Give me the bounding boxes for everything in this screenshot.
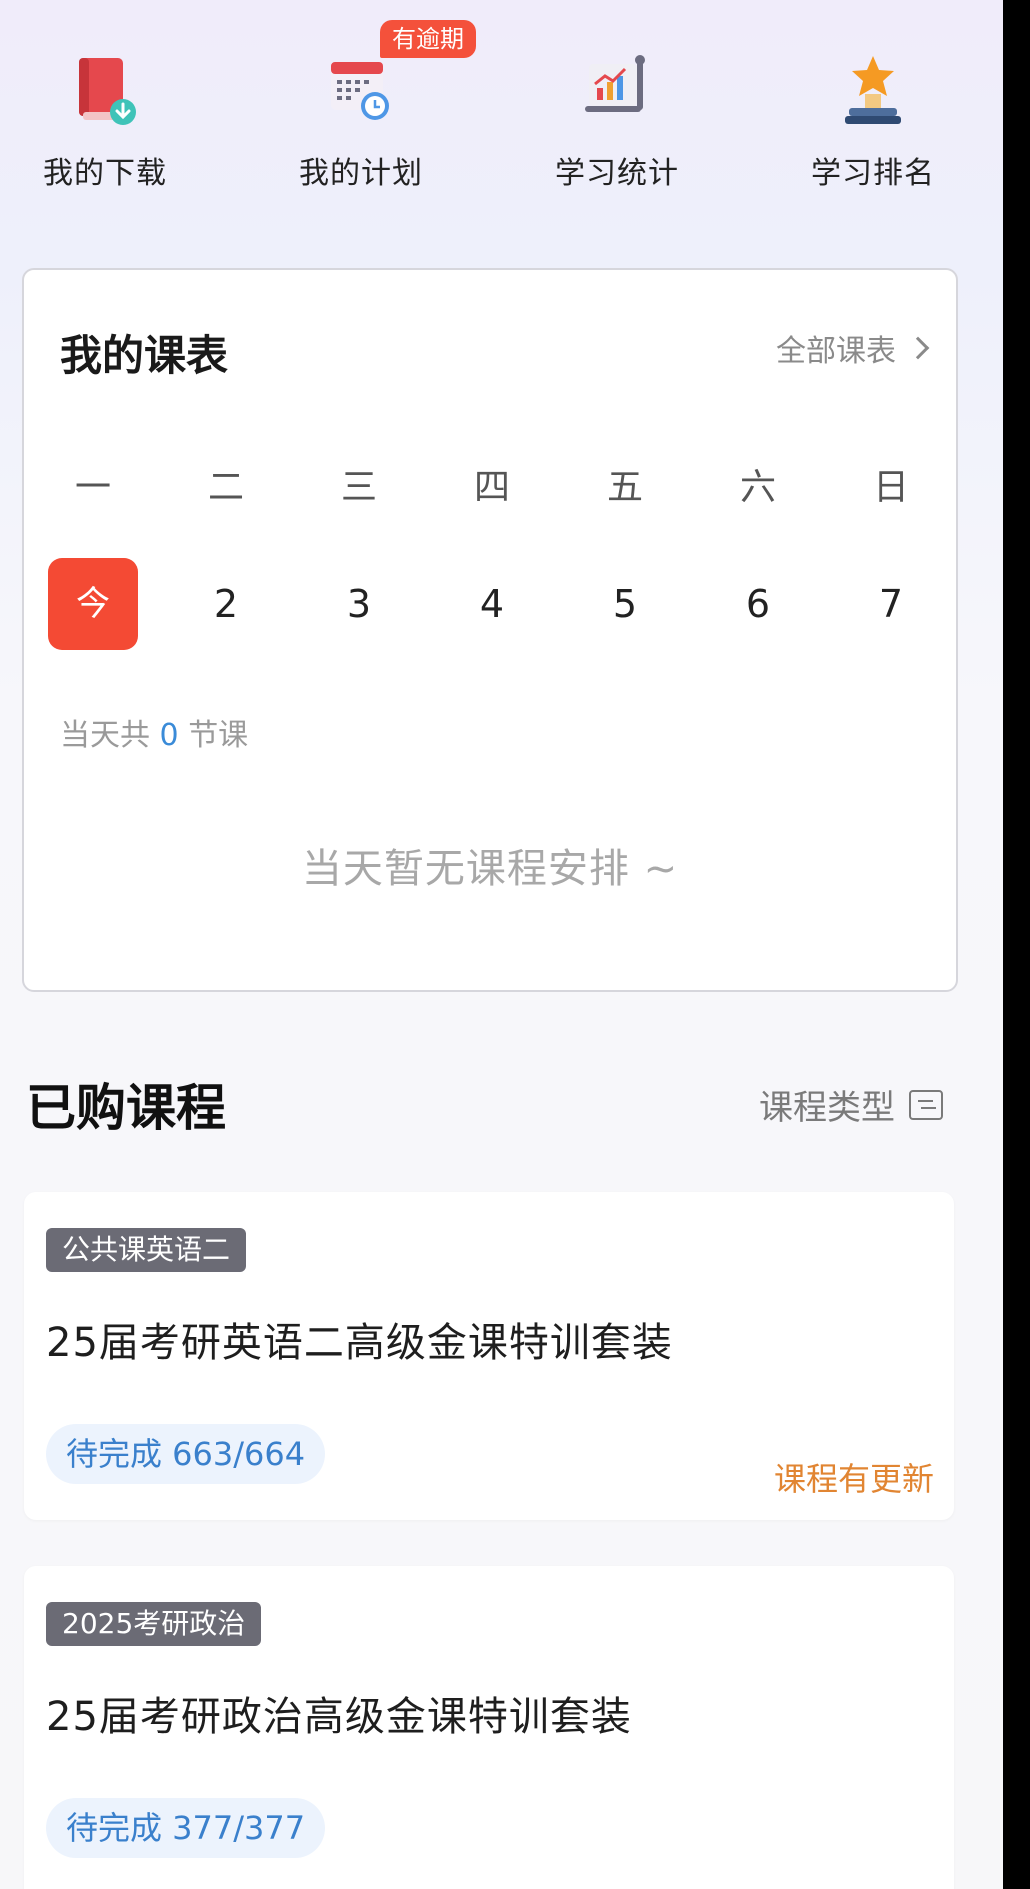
empty-schedule-message: 当天暂无课程安排 ~ [301, 846, 679, 892]
course-type-filter[interactable]: 课程类型 [759, 1080, 943, 1129]
date-row: 今 2 3 4 5 6 7 [48, 558, 936, 650]
class-count: 当天共 0 节课 [60, 710, 248, 754]
course-progress: 待完成 377/377 [46, 1798, 326, 1858]
study-stats-label: 学习统计 [555, 156, 679, 191]
statistics-chart-icon [585, 55, 645, 112]
weekday-label: 二 [207, 467, 244, 508]
download-book-icon [79, 58, 136, 125]
weekday-label: 六 [739, 467, 776, 508]
study-ranking-button[interactable]: 学习排名 [768, 50, 978, 200]
weekday-row: 一 二 三 四 五 六 日 [48, 458, 936, 510]
course-name: 25届考研英语二高级金课特训套装 [46, 1320, 673, 1366]
course-tag: 2025考研政治 [46, 1602, 262, 1646]
screen-edge [1003, 0, 1030, 1889]
schedule-title: 我的课表 [60, 331, 229, 380]
overdue-badge: 有逾期 [380, 20, 476, 58]
study-ranking-label: 学习排名 [811, 156, 935, 191]
class-count-value: 0 [159, 718, 179, 753]
my-plan-label: 我的计划 [299, 156, 423, 191]
date-today[interactable]: 今 [48, 558, 138, 650]
course-name: 25届考研政治高级金课特训套装 [46, 1694, 632, 1740]
my-downloads-label: 我的下载 [43, 156, 167, 191]
all-schedule-link[interactable]: 全部课表 [776, 326, 930, 370]
course-progress: 待完成 663/664 [46, 1424, 326, 1484]
course-tag: 公共课英语二 [46, 1228, 247, 1272]
date-cell[interactable]: 6 [713, 558, 803, 650]
course-type-label: 课程类型 [759, 1088, 895, 1128]
course-card[interactable]: 公共课英语二 25届考研英语二高级金课特训套装 待完成 663/664 课程有更… [24, 1192, 954, 1520]
all-schedule-label: 全部课表 [776, 334, 896, 369]
weekday-label: 四 [473, 467, 510, 508]
date-cell[interactable]: 4 [447, 558, 537, 650]
my-plan-button[interactable]: 我的计划 [256, 50, 466, 200]
trophy-ranking-icon [845, 56, 901, 124]
calendar-clock-icon [331, 62, 389, 120]
study-stats-button[interactable]: 学习统计 [512, 50, 722, 200]
filter-icon [909, 1089, 943, 1120]
schedule-card: 我的课表 全部课表 一 二 三 四 五 六 日 今 2 3 4 5 6 7 当天… [22, 268, 958, 992]
class-count-suffix: 节课 [188, 718, 249, 753]
weekday-label: 五 [606, 467, 643, 508]
date-cell[interactable]: 5 [580, 558, 670, 650]
screen: 我的下载 我的计划 学习统计 学习排名 有逾期 我的课表 全部课表 一 二 三 … [0, 0, 1003, 1889]
quick-actions: 我的下载 我的计划 学习统计 学习排名 有逾期 [0, 0, 1003, 240]
chevron-right-icon [906, 336, 930, 360]
weekday-label: 日 [872, 467, 909, 508]
course-card[interactable]: 2025考研政治 25届考研政治高级金课特训套装 待完成 377/377 [24, 1566, 954, 1889]
my-downloads-button[interactable]: 我的下载 [0, 50, 210, 200]
purchased-courses-title: 已购课程 [26, 1079, 226, 1137]
class-count-prefix: 当天共 [60, 718, 150, 753]
weekday-label: 三 [340, 467, 377, 508]
weekday-label: 一 [74, 467, 111, 508]
date-cell[interactable]: 3 [314, 558, 404, 650]
date-cell[interactable]: 2 [181, 558, 271, 650]
date-cell[interactable]: 7 [846, 558, 936, 650]
course-update-note: 课程有更新 [773, 1460, 934, 1498]
